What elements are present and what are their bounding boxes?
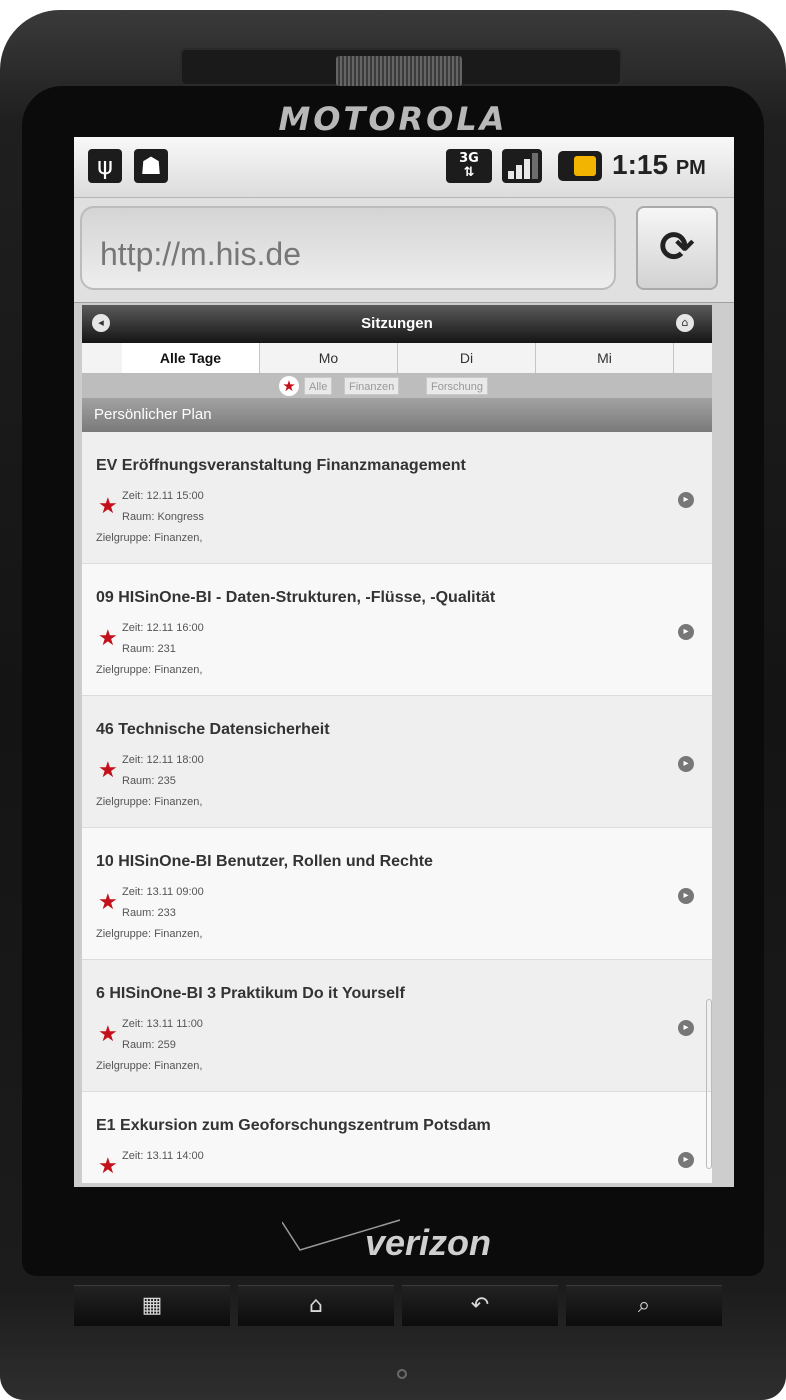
session-title: E1 Exkursion zum Geoforschungszentrum Po… <box>96 1117 491 1134</box>
list-item[interactable]: EV Eröffnungsveranstaltung Finanzmanagem… <box>82 432 712 564</box>
home-icon[interactable]: ⌂ <box>676 314 694 332</box>
menu-icon[interactable]: ▦ <box>74 1285 230 1326</box>
filter-forschung[interactable]: Forschung <box>426 377 488 395</box>
android-icon[interactable]: ☗ <box>134 149 168 183</box>
network-3g-icon: 3G ⇅ <box>446 149 492 183</box>
session-title: 46 Technische Datensicherheit <box>96 721 330 738</box>
session-time: Zeit: 13.11 11:00 <box>122 1018 203 1030</box>
screen: ψ ☗ 3G ⇅ 1:15 PM http://m.his.de ⟳ ◂ Sitz… <box>74 137 734 1187</box>
star-icon[interactable]: ★ <box>98 890 118 915</box>
clock-ampm: PM <box>675 157 706 179</box>
session-title: 09 HISinOne-BI - Daten-Strukturen, -Flüs… <box>96 589 496 606</box>
session-room: Raum: 259 <box>122 1039 176 1051</box>
session-audience: Zielgruppe: Finanzen, <box>96 664 203 676</box>
url-input[interactable]: http://m.his.de <box>80 206 616 290</box>
session-time: Zeit: 13.11 09:00 <box>122 886 204 898</box>
reload-icon: ⟳ <box>659 222 695 271</box>
page-header: ◂ Sitzungen ⌂ <box>82 305 712 343</box>
scrollbar[interactable] <box>706 309 712 1179</box>
tab-mi[interactable]: Mi <box>536 343 674 373</box>
session-list: EV Eröffnungsveranstaltung Finanzmanagem… <box>82 432 712 1183</box>
browser-url-bar: http://m.his.de ⟳ <box>74 198 734 303</box>
home-key-icon[interactable]: ⌂ <box>238 1285 394 1326</box>
session-time: Zeit: 12.11 18:00 <box>122 754 204 766</box>
battery-icon <box>558 151 602 181</box>
session-title: EV Eröffnungsveranstaltung Finanzmanagem… <box>96 457 466 474</box>
search-icon[interactable]: ⌕ <box>566 1285 722 1326</box>
star-icon[interactable]: ★ <box>98 1022 118 1047</box>
filter-finanzen[interactable]: Finanzen <box>344 377 400 395</box>
network-type: 3G <box>459 151 479 166</box>
session-title: 6 HISinOne-BI 3 Praktikum Do it Yourself <box>96 985 405 1002</box>
front-camera <box>397 1369 407 1379</box>
status-bar: ψ ☗ 3G ⇅ 1:15 PM <box>74 137 734 198</box>
scrollbar-thumb[interactable] <box>706 999 712 1169</box>
star-icon[interactable]: ★ <box>279 376 299 396</box>
section-header: Persönlicher Plan <box>82 398 712 432</box>
session-time: Zeit: 13.11 14:00 <box>122 1150 204 1162</box>
star-icon[interactable]: ★ <box>98 626 118 651</box>
chevron-right-icon[interactable]: ▸ <box>678 624 694 640</box>
session-room: Raum: 233 <box>122 907 176 919</box>
session-room: Raum: Kongress <box>122 511 204 523</box>
chevron-right-icon[interactable]: ▸ <box>678 1152 694 1168</box>
list-item[interactable]: E1 Exkursion zum Geoforschungszentrum Po… <box>82 1092 712 1183</box>
back-key-icon[interactable]: ↶ <box>402 1285 558 1326</box>
clock: 1:15 PM <box>612 149 706 181</box>
filter-bar: ★ Alle Finanzen Forschung <box>82 374 712 398</box>
chevron-right-icon[interactable]: ▸ <box>678 756 694 772</box>
chevron-right-icon[interactable]: ▸ <box>678 492 694 508</box>
session-room: Raum: 235 <box>122 775 176 787</box>
session-audience: Zielgruppe: Finanzen, <box>96 796 203 808</box>
tab-alle-tage[interactable]: Alle Tage <box>122 343 260 373</box>
clock-time: 1:15 <box>612 149 669 180</box>
session-title: 10 HISinOne-BI Benutzer, Rollen und Rech… <box>96 853 433 870</box>
session-audience: Zielgruppe: Finanzen, <box>96 1060 203 1072</box>
chevron-right-icon[interactable]: ▸ <box>678 1020 694 1036</box>
tab-di[interactable]: Di <box>398 343 536 373</box>
session-room: Raum: 231 <box>122 643 176 655</box>
day-tabs: Alle Tage Mo Di Mi <box>82 343 712 374</box>
session-audience: Zielgruppe: Finanzen, <box>96 928 203 940</box>
hardware-softkeys: ▦ ⌂ ↶ ⌕ <box>70 1285 726 1329</box>
carrier-logo: verizon <box>364 1222 492 1263</box>
page-title: Sitzungen <box>361 315 433 332</box>
speaker-grill <box>336 56 462 86</box>
reload-button[interactable]: ⟳ <box>636 206 718 290</box>
signal-icon <box>502 149 542 183</box>
list-item[interactable]: 46 Technische Datensicherheit ★ Zeit: 12… <box>82 696 712 828</box>
filter-alle[interactable]: Alle <box>304 377 333 395</box>
star-icon[interactable]: ★ <box>98 494 118 519</box>
star-icon[interactable]: ★ <box>98 758 118 783</box>
web-content: ◂ Sitzungen ⌂ Alle Tage Mo Di Mi ★ Alle … <box>82 305 712 1183</box>
list-item[interactable]: 10 HISinOne-BI Benutzer, Rollen und Rech… <box>82 828 712 960</box>
usb-icon[interactable]: ψ <box>88 149 122 183</box>
brand-logo-motorola: MOTOROLA <box>278 100 508 138</box>
session-time: Zeit: 12.11 16:00 <box>122 622 204 634</box>
list-item[interactable]: 09 HISinOne-BI - Daten-Strukturen, -Flüs… <box>82 564 712 696</box>
tab-mo[interactable]: Mo <box>260 343 398 373</box>
star-icon[interactable]: ★ <box>98 1154 118 1179</box>
session-audience: Zielgruppe: Finanzen, <box>96 532 203 544</box>
session-time: Zeit: 12.11 15:00 <box>122 490 204 502</box>
list-item[interactable]: 6 HISinOne-BI 3 Praktikum Do it Yourself… <box>82 960 712 1092</box>
chevron-right-icon[interactable]: ▸ <box>678 888 694 904</box>
